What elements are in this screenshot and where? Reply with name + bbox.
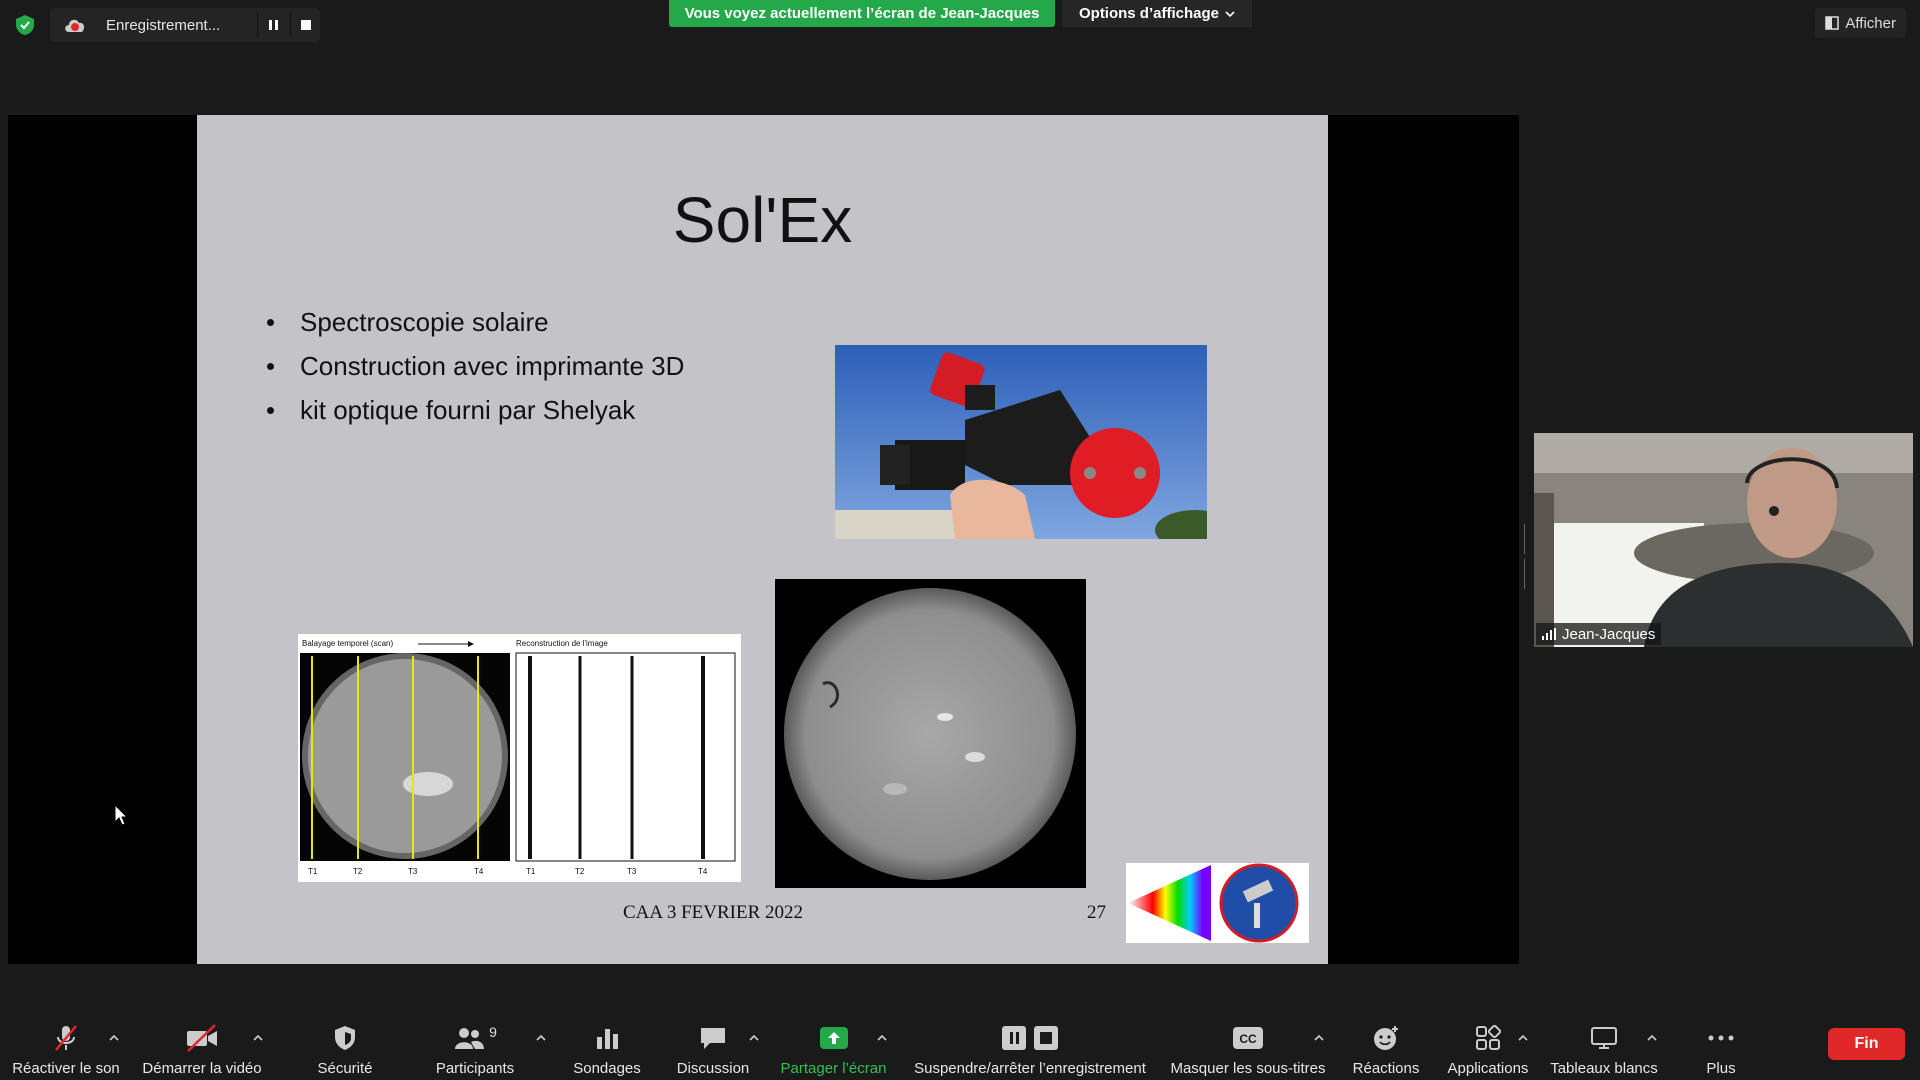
- pause-stop-recording-button[interactable]: Suspendre/arrêter l’enregistrement: [905, 1004, 1155, 1080]
- pause-stop-recording-label: Suspendre/arrêter l’enregistrement: [914, 1060, 1146, 1077]
- polls-button[interactable]: Sondages: [567, 1004, 647, 1080]
- share-options-caret-icon[interactable]: [876, 1034, 888, 1042]
- participant-name-tag: Jean-Jacques: [1536, 623, 1662, 645]
- slide-title: Sol'Ex: [672, 184, 853, 256]
- view-options-label: Options d’affichage: [1078, 5, 1219, 22]
- recording-stop-button[interactable]: [290, 12, 321, 38]
- shared-screen: Sol'Ex Spectroscopie solaire Constructio…: [8, 115, 1519, 964]
- reactions-label: Réactions: [1352, 1060, 1420, 1077]
- bullet-item: Spectroscopie solaire: [267, 307, 684, 338]
- pause-stop-icon: [1002, 1026, 1058, 1050]
- share-screen-label: Partager l’écran: [780, 1060, 887, 1077]
- solar-disk-image: [775, 579, 1086, 888]
- unmute-label: Réactiver le son: [12, 1060, 120, 1077]
- bullet-item: Construction avec imprimante 3D: [267, 351, 684, 382]
- chat-button[interactable]: Discussion: [668, 1004, 758, 1080]
- scan-right-caption: Reconstruction de l'image: [516, 639, 608, 648]
- whiteboards-caret-icon[interactable]: [1646, 1034, 1658, 1042]
- security-shield-icon[interactable]: [14, 14, 36, 36]
- participants-caret-icon[interactable]: [535, 1034, 547, 1042]
- tick-label: T2: [575, 867, 585, 876]
- recording-indicator: Enregistrement...: [50, 8, 320, 42]
- solex-device-photo: [835, 345, 1207, 539]
- smiley-icon: [1374, 1026, 1398, 1050]
- start-video-label: Démarrer la vidéo: [142, 1060, 262, 1077]
- svg-text:CC: CC: [1239, 1032, 1257, 1046]
- security-button[interactable]: Sécurité: [305, 1004, 385, 1080]
- show-panel-button[interactable]: Afficher: [1815, 8, 1906, 38]
- tick-label: T4: [474, 867, 484, 876]
- participant-video-frame: [1534, 433, 1913, 647]
- apps-caret-icon[interactable]: [1517, 1034, 1529, 1042]
- tick-label: T1: [308, 867, 318, 876]
- bullet-item: kit optique fourni par Shelyak: [267, 395, 684, 426]
- tick-label: T2: [353, 867, 363, 876]
- recording-label: Enregistrement...: [106, 16, 221, 34]
- end-meeting-button[interactable]: Fin: [1828, 1028, 1905, 1060]
- unmute-button[interactable]: Réactiver le son: [10, 1004, 122, 1080]
- cloud-recording-icon: [65, 19, 85, 32]
- scan-left-caption: Balayage temporel (scan): [302, 639, 393, 648]
- video-off-icon: [187, 1024, 217, 1052]
- slide-footer: CAA 3 FEVRIER 2022: [623, 902, 803, 923]
- tick-label: T1: [526, 867, 536, 876]
- show-panel-label: Afficher: [1845, 14, 1896, 32]
- bar-chart-icon: [597, 1029, 618, 1049]
- more-button[interactable]: Plus: [1682, 1004, 1760, 1080]
- start-video-button[interactable]: Démarrer la vidéo: [138, 1004, 266, 1080]
- panel-resize-handle[interactable]: [1524, 524, 1528, 589]
- hide-captions-button[interactable]: CC Masquer les sous-titres: [1168, 1004, 1328, 1080]
- signal-strength-icon: [1542, 628, 1556, 640]
- apps-icon: [1476, 1025, 1501, 1050]
- captions-caret-icon[interactable]: [1313, 1034, 1325, 1042]
- tick-label: T3: [408, 867, 418, 876]
- microphone-muted-icon: [55, 1025, 77, 1051]
- apps-label: Applications: [1447, 1060, 1529, 1077]
- audio-options-caret-icon[interactable]: [108, 1034, 120, 1042]
- hide-captions-label: Masquer les sous-titres: [1170, 1060, 1326, 1077]
- stop-icon: [301, 20, 311, 30]
- tick-label: T3: [627, 867, 637, 876]
- more-label: Plus: [1706, 1060, 1736, 1077]
- polls-label: Sondages: [573, 1060, 641, 1077]
- security-label: Sécurité: [317, 1060, 373, 1077]
- scan-reconstruction-figure: Balayage temporel (scan) Reconstruction …: [298, 634, 741, 882]
- participant-video-tile[interactable]: Jean-Jacques: [1534, 433, 1913, 647]
- chat-caret-icon[interactable]: [748, 1034, 760, 1042]
- share-screen-button[interactable]: Partager l’écran: [776, 1004, 891, 1080]
- share-screen-icon: [819, 1027, 848, 1049]
- shield-icon: [335, 1026, 355, 1050]
- pause-icon: [268, 20, 278, 30]
- video-options-caret-icon[interactable]: [252, 1034, 264, 1042]
- chat-label: Discussion: [676, 1060, 750, 1077]
- more-icon: [1708, 1035, 1734, 1041]
- cc-icon: CC: [1233, 1027, 1263, 1049]
- whiteboards-button[interactable]: Tableaux blancs: [1545, 1004, 1663, 1080]
- whiteboards-label: Tableaux blancs: [1550, 1060, 1658, 1077]
- reactions-button[interactable]: Réactions: [1345, 1004, 1427, 1080]
- participant-name: Jean-Jacques: [1562, 625, 1656, 643]
- bullet-list: Spectroscopie solaire Construction avec …: [267, 307, 684, 439]
- participant-count: 9: [489, 1024, 497, 1040]
- chat-icon: [701, 1028, 725, 1049]
- participants-icon: [455, 1028, 485, 1049]
- presentation-slide: Sol'Ex Spectroscopie solaire Constructio…: [197, 115, 1328, 964]
- chevron-down-icon: [1225, 10, 1235, 17]
- tick-label: T4: [698, 867, 708, 876]
- panel-icon: [1825, 16, 1840, 30]
- mouse-cursor-icon: [114, 804, 128, 826]
- screen-share-banner: Vous voyez actuellement l’écran de Jean-…: [669, 0, 1055, 27]
- club-astronomy-logo: [1126, 863, 1309, 943]
- slide-page-number: 27: [1087, 902, 1106, 923]
- view-options-button[interactable]: Options d’affichage: [1062, 0, 1252, 27]
- participants-button[interactable]: 9 Participants: [425, 1004, 525, 1080]
- participants-label: Participants: [435, 1060, 515, 1077]
- apps-button[interactable]: Applications: [1440, 1004, 1536, 1080]
- recording-pause-button[interactable]: [257, 12, 288, 38]
- meeting-toolbar: Réactiver le son Démarrer la vidéo Sécur…: [0, 1004, 1920, 1080]
- whiteboard-icon: [1591, 1027, 1617, 1049]
